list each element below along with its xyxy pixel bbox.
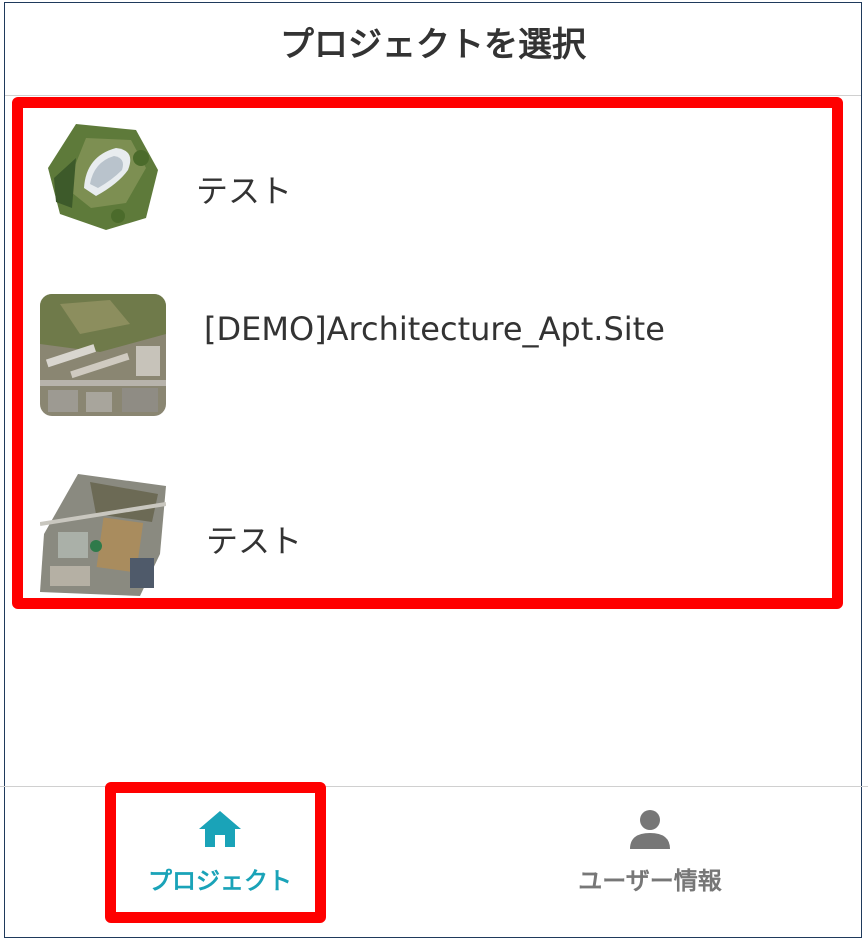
project-item[interactable]: [DEMO]Architecture_Apt.Site: [30, 292, 820, 422]
tab-user-info[interactable]: ユーザー情報: [540, 805, 760, 915]
app-header: プロジェクトを選択: [5, 3, 861, 96]
project-name: テスト: [206, 522, 303, 560]
project-item[interactable]: テスト: [30, 470, 820, 598]
project-name: [DEMO]Architecture_Apt.Site: [204, 310, 665, 348]
project-name: テスト: [196, 172, 293, 210]
page-title: プロジェクトを選択: [280, 25, 586, 65]
tab-projects[interactable]: プロジェクト: [110, 805, 330, 915]
project-thumbnail: [40, 474, 166, 596]
tab-label: ユーザー情報: [578, 867, 722, 895]
project-thumbnail: [40, 294, 166, 416]
project-item[interactable]: テスト: [30, 118, 820, 238]
tab-label: プロジェクト: [148, 867, 292, 895]
project-thumbnail: [46, 118, 162, 234]
home-icon: [197, 809, 243, 853]
user-icon: [628, 809, 672, 853]
